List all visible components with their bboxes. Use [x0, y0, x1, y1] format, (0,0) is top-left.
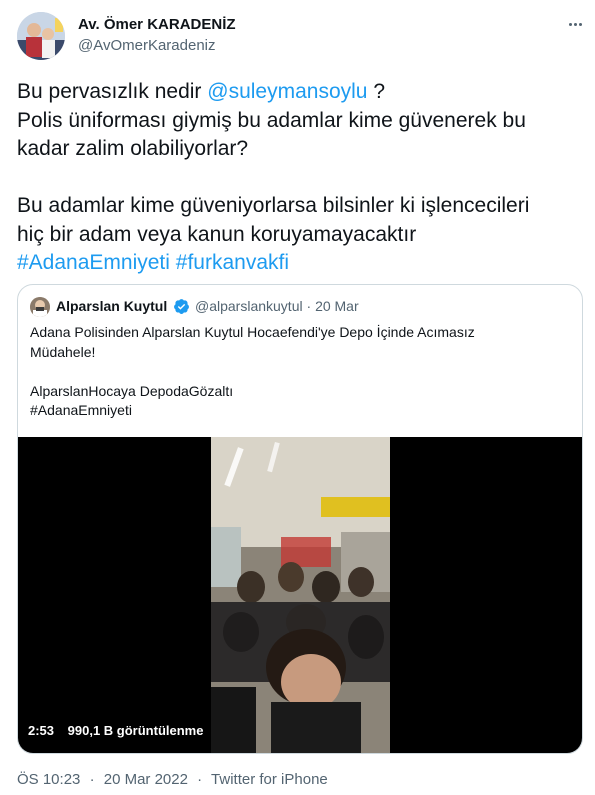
tweet-date[interactable]: 20 Mar 2022	[104, 771, 188, 788]
quote-date[interactable]: 20 Mar	[315, 298, 359, 314]
hashtag-line: #AdanaEmniyeti #furkanvakfi	[17, 249, 583, 278]
tweet-line: Polis üniforması giymiş bu adamlar kime …	[17, 108, 526, 132]
author-handle[interactable]: @AvOmerKaradeniz	[78, 37, 216, 54]
video-overlay: 2:53 990,1 B görüntülenme	[28, 723, 213, 745]
quote-blank-line	[30, 362, 570, 382]
tweet-text-segment: ?	[367, 80, 385, 103]
tweet-line: kadar zalim olabiliyorlar?	[17, 137, 249, 160]
tweet-meta: ÖS 10:23 · 20 Mar 2022 · Twitter for iPh…	[17, 771, 333, 788]
hashtag-link[interactable]: #furkanvakfi	[176, 251, 289, 274]
avatar-image	[17, 12, 65, 60]
tweet-text-segment: Bu pervasızlık nedir	[17, 80, 208, 103]
more-icon[interactable]	[564, 14, 586, 34]
author-avatar[interactable]	[17, 12, 65, 60]
quote-author-name[interactable]: Alparslan Kuytul	[56, 298, 167, 314]
verified-badge-icon	[173, 298, 190, 315]
tweet-line: Bu adamlar kime güveniyorlarsa bilsinler…	[17, 194, 530, 217]
video-views: 990,1 B görüntülenme	[67, 723, 204, 738]
video-player[interactable]: 2:53 990,1 B görüntülenme	[18, 437, 582, 753]
quote-author-handle[interactable]: @alparslankuytul	[195, 298, 303, 314]
tweet: Av. Ömer KARADENİZ @AvOmerKaradeniz Bu p…	[0, 0, 595, 795]
tweet-source[interactable]: Twitter for iPhone	[211, 771, 328, 788]
quoted-tweet[interactable]: Alparslan Kuytul @alparslankuytul · 20 M…	[17, 284, 583, 754]
quote-line: AlparslanHocaya DepodaGözaltı	[30, 382, 234, 399]
meta-separator: ·	[306, 298, 312, 314]
quote-line: Müdahele!	[30, 343, 96, 360]
video-duration: 2:53	[28, 723, 55, 738]
tweet-line: hiç bir adam veya kanun koruyamayacaktır	[17, 222, 417, 246]
video-thumbnail	[211, 437, 390, 753]
quote-line: Adana Polisinden Alparslan Kuytul Hocaef…	[30, 324, 475, 340]
tweet-line: Bu pervasızlık nedir @suleymansoylu ?	[17, 78, 583, 107]
video-frame	[211, 437, 390, 753]
meta-separator: ·	[89, 771, 95, 788]
quote-author-meta: @alparslankuytul · 20 Mar	[195, 298, 359, 314]
quote-avatar-image	[30, 297, 50, 317]
quote-author-avatar[interactable]	[30, 297, 50, 317]
quote-hashtag-link[interactable]: #AdanaEmniyeti	[30, 401, 570, 421]
tweet-time[interactable]: ÖS 10:23	[17, 771, 80, 788]
author-name[interactable]: Av. Ömer KARADENİZ	[78, 16, 236, 33]
tweet-text: Bu pervasızlık nedir @suleymansoylu ? Po…	[17, 78, 583, 278]
mention-link[interactable]: @suleymansoylu	[207, 80, 367, 103]
quote-text: Adana Polisinden Alparslan Kuytul Hocaef…	[30, 323, 570, 421]
hashtag-link[interactable]: #AdanaEmniyeti	[17, 251, 170, 274]
meta-separator: ·	[197, 771, 203, 788]
